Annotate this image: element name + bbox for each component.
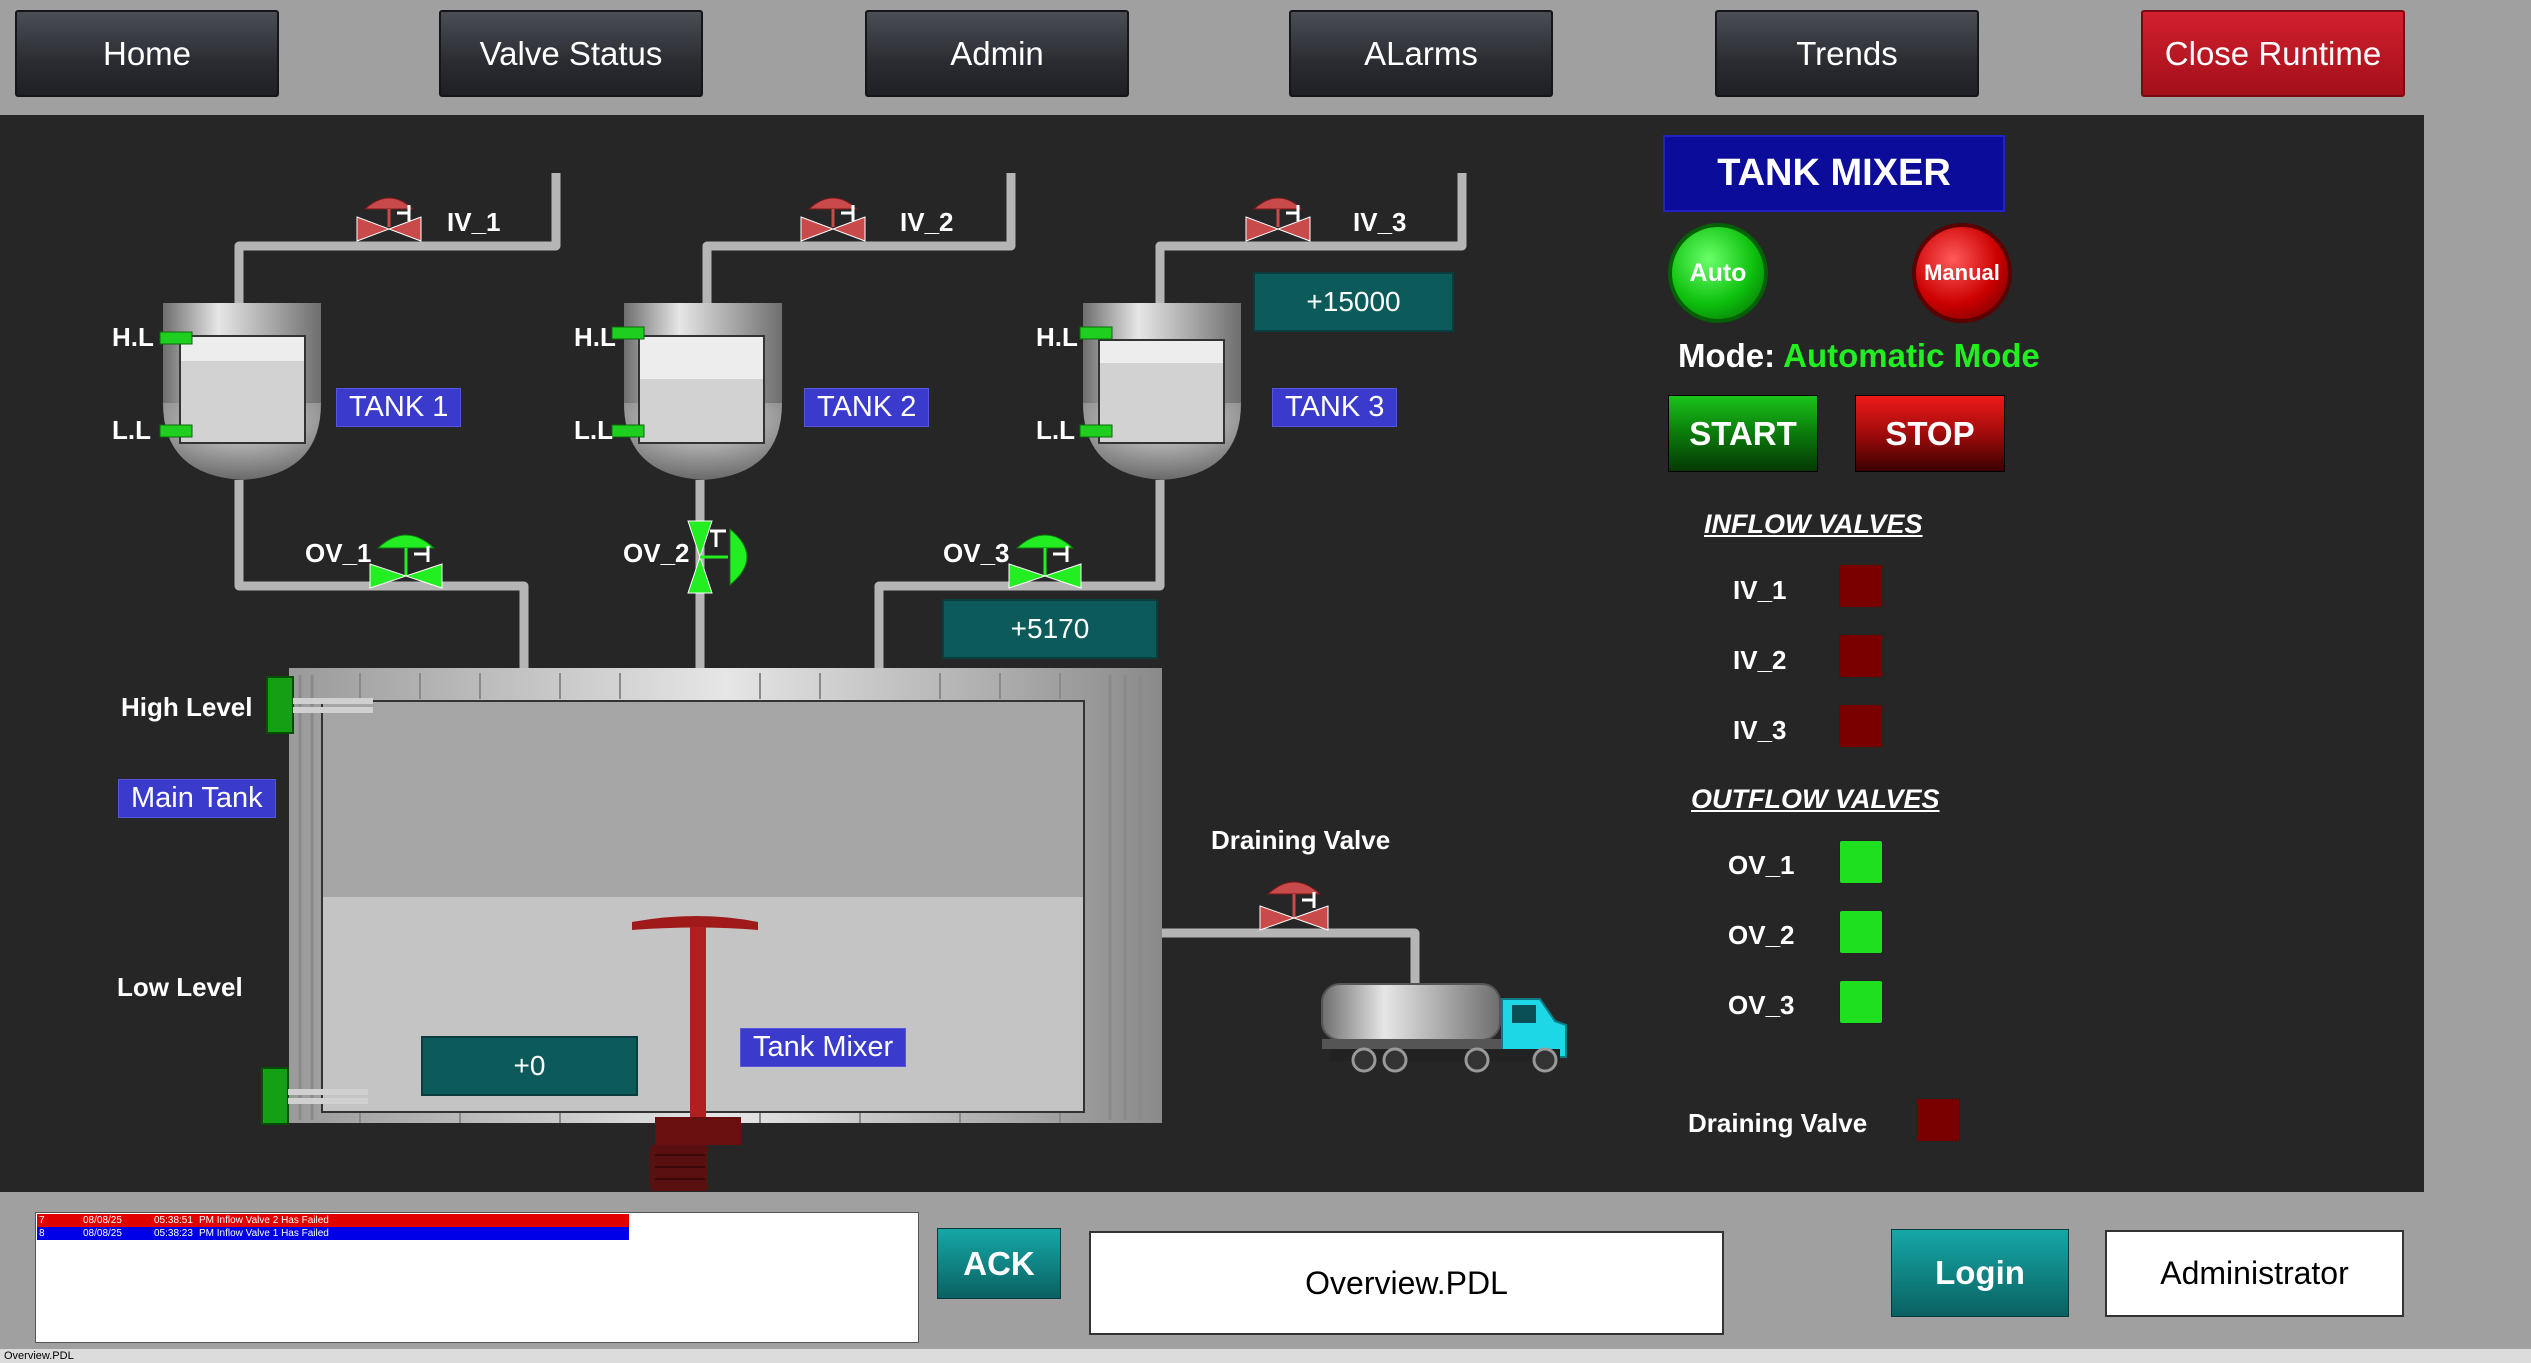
iv1-label: IV_1 (447, 207, 501, 237)
tanker-truck-icon (1321, 983, 1567, 1073)
stop-button[interactable]: STOP (1855, 395, 2005, 472)
nav-valve-status-button[interactable]: Valve Status (439, 10, 703, 97)
tank-1 (159, 303, 321, 480)
manual-button[interactable]: Manual (1912, 223, 2012, 323)
alarm-text: PM Inflow Valve 2 Has Failed (199, 1215, 329, 1226)
alarm-number: 7 (39, 1215, 45, 1226)
tank2-tag: TANK 2 (804, 388, 930, 427)
alarm-date: 08/08/25 (83, 1228, 122, 1239)
alarm-date: 08/08/25 (83, 1215, 122, 1226)
outflow-ov3-label: OV_3 (1728, 990, 1795, 1020)
inflow-iv3-indicator (1839, 704, 1883, 748)
main-tank-tag: Main Tank (118, 779, 276, 818)
ov3-valve-icon[interactable] (1007, 520, 1087, 600)
nav-admin-button[interactable]: Admin (865, 10, 1129, 97)
ov1-label: OV_1 (305, 538, 372, 568)
status-bar: Overview.PDL (0, 1349, 2531, 1363)
ack-button[interactable]: ACK (937, 1228, 1061, 1299)
nav-home-button[interactable]: Home (15, 10, 279, 97)
inflow-iv2-label: IV_2 (1733, 645, 1787, 675)
iv2-valve-icon[interactable] (797, 187, 877, 253)
draining-valve-label: Draining Valve (1211, 825, 1391, 855)
inflow-iv1-indicator (1839, 564, 1883, 608)
mixer-value: +0 (421, 1036, 638, 1096)
inflow-iv1-label: IV_1 (1733, 575, 1787, 605)
tank1-tag: TANK 1 (336, 388, 462, 427)
auto-button[interactable]: Auto (1668, 223, 1768, 323)
iv2-label: IV_2 (900, 207, 954, 237)
iv3-label: IV_3 (1353, 207, 1407, 237)
outflow-ov3-indicator (1839, 980, 1883, 1024)
high-level-label: High Level (121, 692, 253, 722)
outflow-valves-header: OUTFLOW VALVES (1691, 784, 1940, 814)
inflow-valves-header: INFLOW VALVES (1704, 509, 1923, 539)
ov3-flow-value: +5170 (942, 599, 1158, 659)
nav-alarms-button[interactable]: ALarms (1289, 10, 1553, 97)
alarm-time: 05:38:23 (154, 1228, 193, 1239)
alarm-text: PM Inflow Valve 1 Has Failed (199, 1228, 329, 1239)
ov2-label: OV_2 (623, 538, 690, 568)
outflow-ov1-indicator (1839, 840, 1883, 884)
ov3-label: OV_3 (943, 538, 1010, 568)
mode-value: Automatic Mode (1783, 337, 2040, 374)
tank1-high-level-label: H.L (112, 322, 154, 352)
nav-trends-button[interactable]: Trends (1715, 10, 1979, 97)
outflow-ov2-indicator (1839, 910, 1883, 954)
alarm-list[interactable]: 7 08/08/25 05:38:51 PM Inflow Valve 2 Ha… (35, 1212, 919, 1343)
alarm-number: 8 (39, 1228, 45, 1239)
tank2-high-level-label: H.L (574, 322, 616, 352)
process-overview-panel: IV_1 IV_2 IV_3 OV_1 OV_2 OV_3 Draining V… (0, 115, 2424, 1192)
inflow-iv2-indicator (1839, 634, 1883, 678)
close-runtime-button[interactable]: Close Runtime (2141, 10, 2405, 97)
tank-3 (1079, 303, 1241, 480)
process-diagram (159, 173, 1567, 1191)
tank-2 (611, 303, 782, 480)
iv1-valve-icon[interactable] (353, 187, 433, 253)
inflow-iv3-label: IV_3 (1733, 715, 1787, 745)
alarm-time: 05:38:51 (154, 1215, 193, 1226)
tank3-high-level-label: H.L (1036, 322, 1078, 352)
draining-valve-indicator (1916, 1098, 1960, 1142)
tank-mixer-tag: Tank Mixer (740, 1028, 907, 1067)
draining-valve-status-label: Draining Valve (1688, 1108, 1868, 1138)
ov2-valve-icon[interactable] (686, 517, 766, 597)
tank3-tag: TANK 3 (1272, 388, 1398, 427)
alarm-row[interactable]: 8 08/08/25 05:38:23 PM Inflow Valve 1 Ha… (37, 1227, 629, 1240)
mode-label: Mode: (1678, 337, 1776, 374)
tank2-low-level-label: L.L (574, 415, 613, 445)
scada-runtime-window: Home Valve Status Admin ALarms Trends Cl… (0, 0, 2531, 1363)
alarm-row[interactable]: 7 08/08/25 05:38:51 PM Inflow Valve 2 Ha… (37, 1214, 629, 1227)
tank1-low-level-label: L.L (112, 415, 151, 445)
panel-title: TANK MIXER (1663, 135, 2005, 212)
login-button[interactable]: Login (1891, 1229, 2069, 1317)
current-user-display: Administrator (2105, 1230, 2404, 1317)
ov1-valve-icon[interactable] (368, 520, 448, 600)
tank3-inflow-value: +15000 (1253, 272, 1454, 332)
tank3-low-level-label: L.L (1036, 415, 1075, 445)
iv3-valve-icon[interactable] (1242, 187, 1322, 253)
current-screen-display: Overview.PDL (1089, 1231, 1724, 1335)
outflow-ov1-label: OV_1 (1728, 850, 1795, 880)
outflow-ov2-label: OV_2 (1728, 920, 1795, 950)
draining-valve-icon[interactable] (1256, 868, 1336, 940)
mode-display: Mode: Automatic Mode (1678, 337, 2040, 375)
main-tank (289, 668, 1162, 1123)
start-button[interactable]: START (1668, 395, 1818, 472)
low-level-label: Low Level (117, 972, 243, 1002)
